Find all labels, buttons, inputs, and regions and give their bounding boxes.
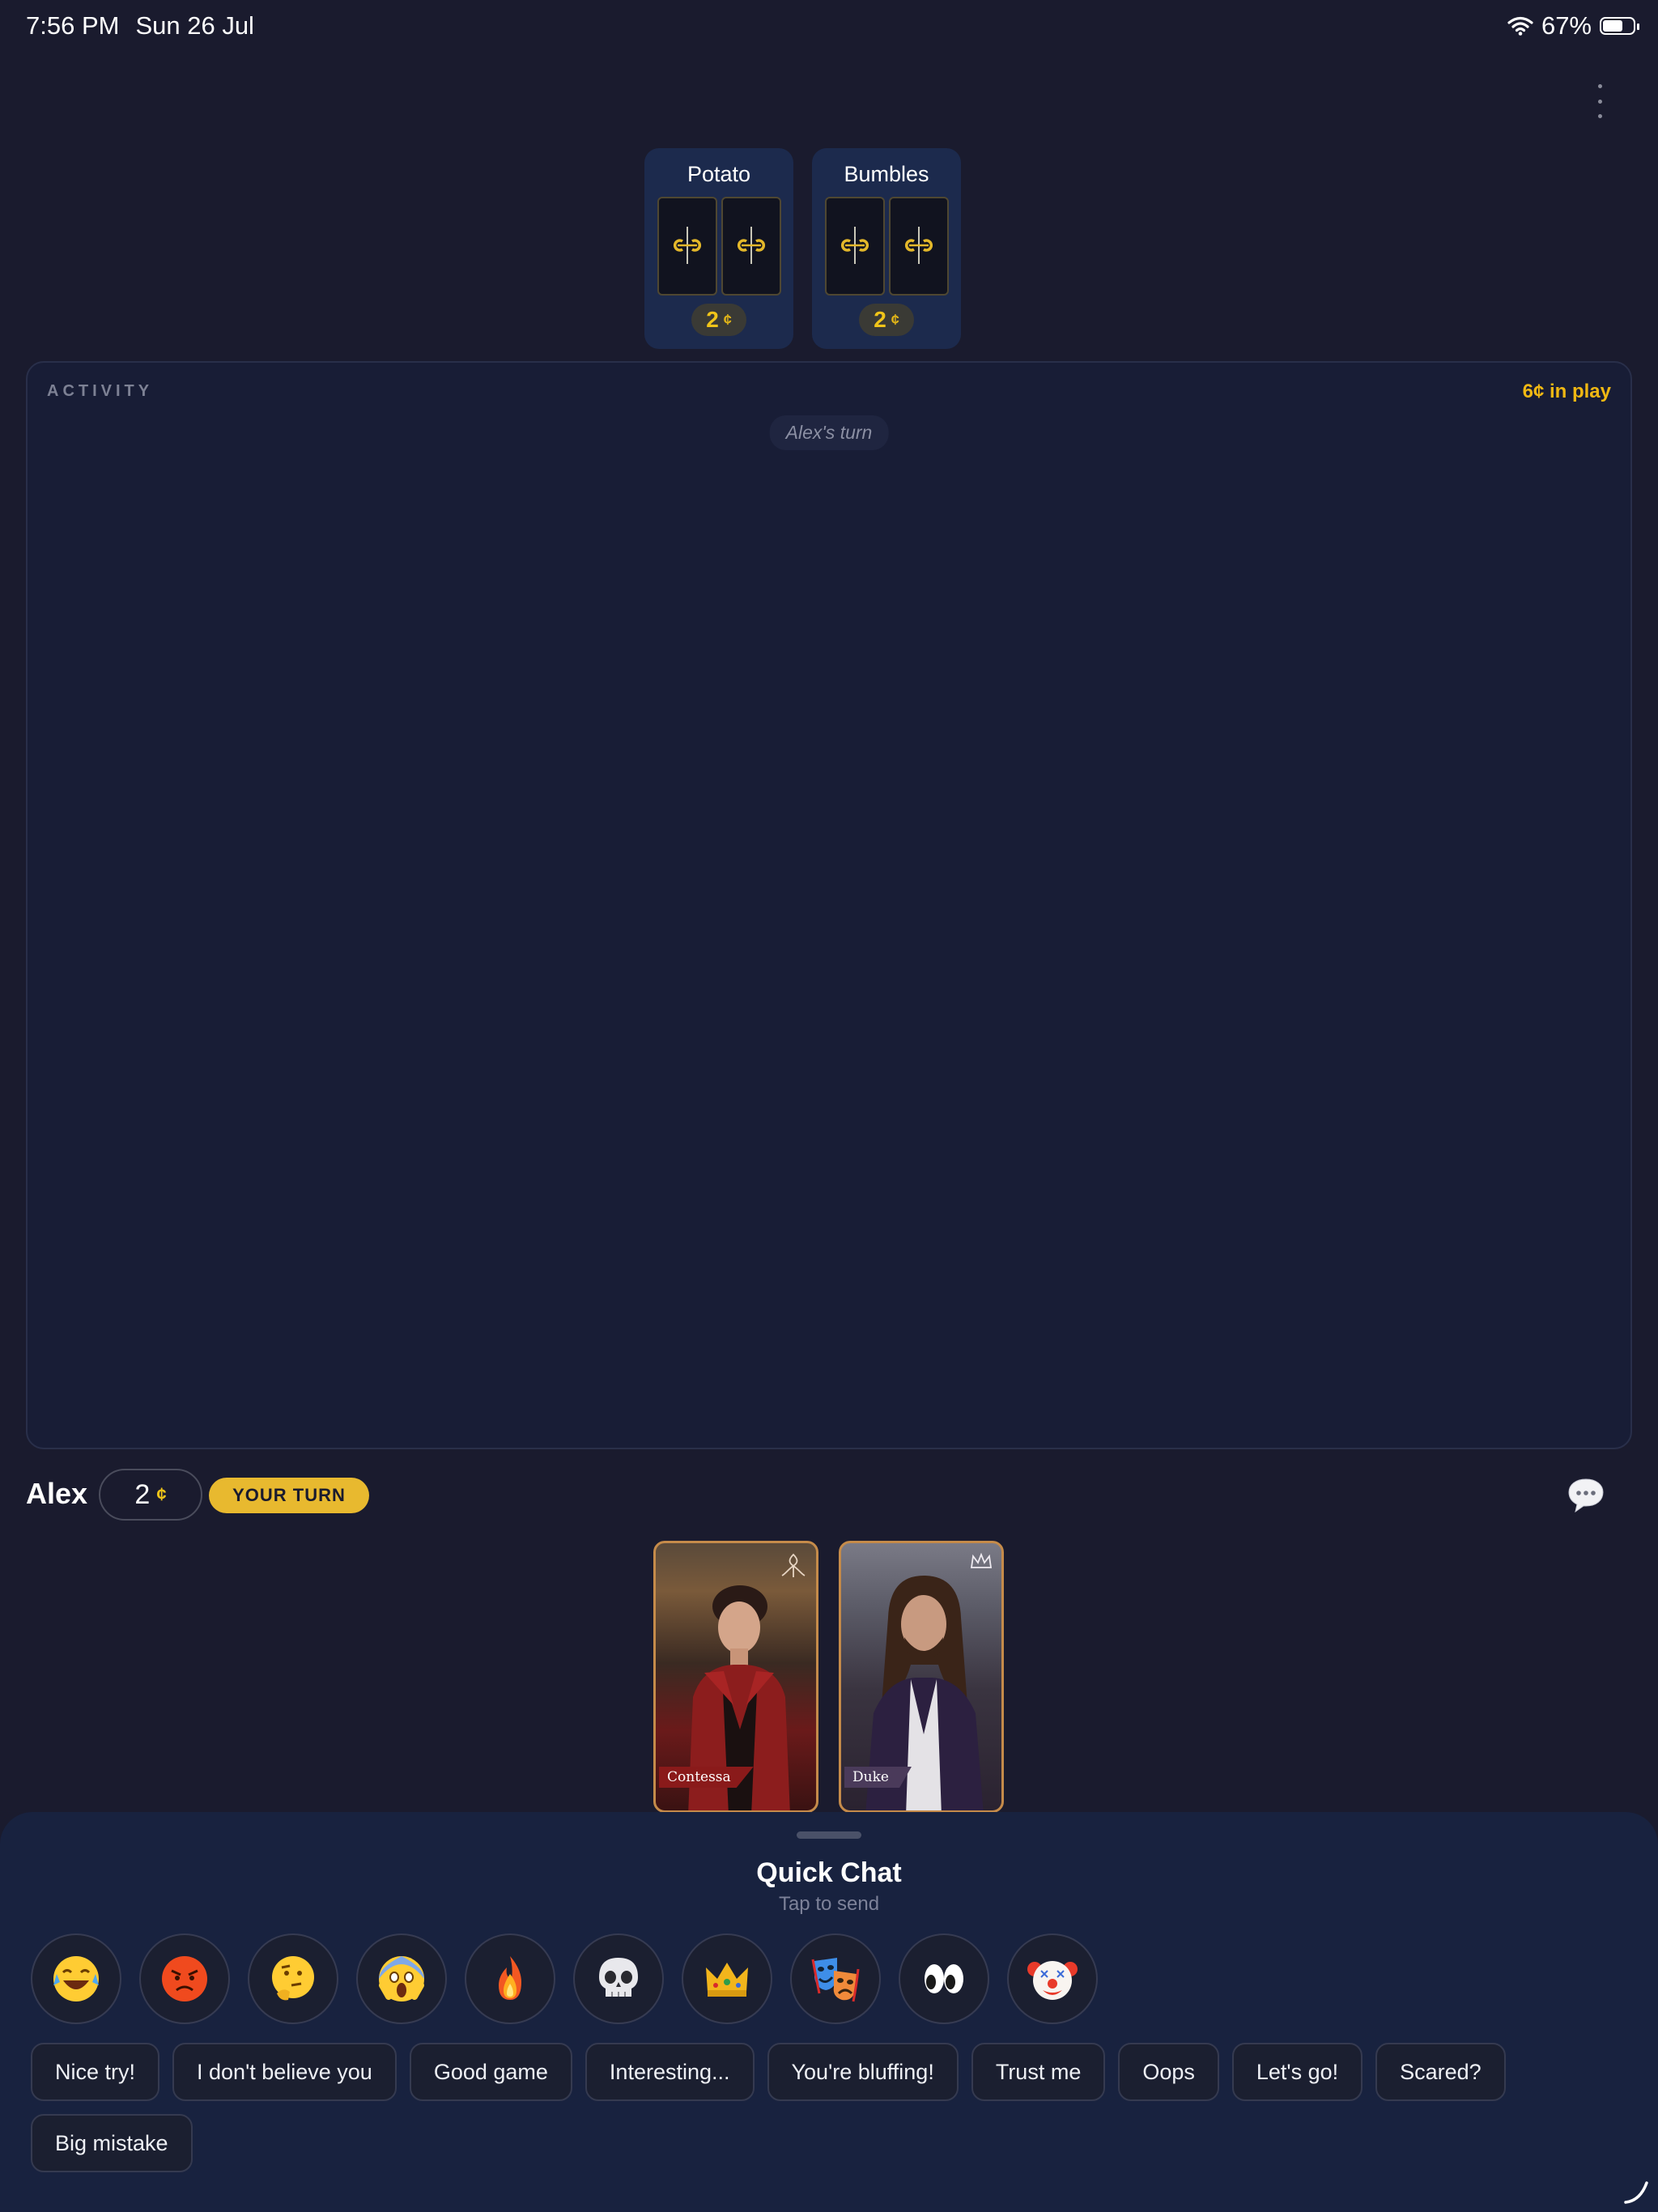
screaming-emoji-icon: [379, 1956, 424, 2001]
opponent-name: Bumbles: [844, 162, 929, 186]
card-back: [657, 197, 717, 296]
dagger-emblem-icon: [904, 227, 933, 264]
quick-chat-sheet: Quick Chat Tap to send Nice try! I don't…: [0, 1812, 1658, 2212]
phrase-chip-trust-me[interactable]: Trust me: [971, 2043, 1106, 2101]
skull-emoji-icon: [599, 1958, 638, 1997]
laughing-emoji-icon: [53, 1956, 99, 2001]
turn-indicator: Alex's turn: [769, 415, 889, 450]
activity-title: ACTIVITY: [47, 382, 154, 400]
card-back: [721, 197, 781, 296]
dagger-emblem-icon: [840, 227, 869, 264]
emoji-button-fire[interactable]: [465, 1933, 555, 2024]
phrase-chips: Nice try! I don't believe you Good game …: [31, 2043, 1601, 2172]
emoji-button-skull[interactable]: [573, 1933, 664, 2024]
sheet-grabber[interactable]: [797, 1831, 861, 1839]
card-back: [888, 197, 949, 296]
crown-emoji-icon: [706, 1963, 748, 1997]
status-date: Sun 26 Jul: [135, 11, 254, 40]
resize-handle-icon[interactable]: [1622, 2178, 1650, 2206]
battery-icon: [1600, 17, 1639, 35]
angry-emoji-icon: [162, 1956, 207, 2001]
phrase-chip-i-dont-believe-you[interactable]: I don't believe you: [172, 2043, 397, 2101]
opponent-panel-potato: Potato 2 ¢: [644, 148, 793, 349]
player-bar: Alex 2 ¢ YOUR TURN: [26, 1467, 1632, 1524]
flourish-emblem-icon: [781, 1553, 806, 1577]
sheet-title: Quick Chat: [756, 1857, 902, 1888]
thinking-emoji-icon: [272, 1956, 314, 2001]
phrase-chip-youre-bluffing[interactable]: You're bluffing!: [767, 2043, 959, 2101]
phrase-chip-good-game[interactable]: Good game: [409, 2043, 572, 2101]
phrase-chip-scared[interactable]: Scared?: [1375, 2043, 1506, 2101]
your-turn-badge: YOUR TURN: [209, 1478, 369, 1513]
opponent-name: Potato: [687, 162, 751, 186]
emoji-button-thinking[interactable]: [248, 1933, 338, 2024]
emoji-button-clown[interactable]: [1007, 1933, 1098, 2024]
opponent-coins: 2 ¢: [859, 304, 914, 336]
phrase-chip-nice-try[interactable]: Nice try!: [31, 2043, 160, 2101]
hand-card-contessa[interactable]: Contessa: [653, 1541, 818, 1813]
battery-level: [1603, 20, 1623, 32]
chat-button[interactable]: [1564, 1474, 1608, 1517]
more-options-icon[interactable]: [1590, 81, 1609, 121]
phrase-chip-oops[interactable]: Oops: [1118, 2043, 1219, 2101]
sheet-subtitle: Tap to send: [778, 1893, 880, 1915]
dagger-emblem-icon: [673, 227, 701, 264]
status-bar: 7:56 PM Sun 26 Jul 67%: [0, 0, 1658, 52]
emoji-button-angry[interactable]: [139, 1933, 230, 2024]
player-name: Alex: [26, 1477, 88, 1510]
emoji-button-laughing[interactable]: [31, 1933, 121, 2024]
coins-in-play: 6¢ in play: [1522, 381, 1611, 402]
clown-emoji-icon: [1027, 1961, 1078, 2000]
phrase-chip-lets-go[interactable]: Let's go!: [1231, 2043, 1363, 2101]
phrase-chip-interesting[interactable]: Interesting...: [585, 2043, 755, 2101]
fire-emoji-icon: [499, 1956, 521, 2000]
speech-bubble-icon: [1568, 1478, 1604, 1513]
player-coins: 2 ¢: [99, 1469, 202, 1521]
emoji-button-crown[interactable]: [682, 1933, 772, 2024]
card-back: [824, 197, 885, 296]
activity-panel[interactable]: ACTIVITY 6¢ in play Alex's turn: [26, 361, 1632, 1449]
dagger-emblem-icon: [737, 227, 765, 264]
wifi-icon: [1507, 16, 1533, 36]
eyes-emoji-icon: [925, 1964, 963, 1993]
opponent-panel-bumbles: Bumbles 2 ¢: [812, 148, 961, 349]
battery-percent: 67%: [1541, 11, 1592, 40]
emoji-button-masks[interactable]: [790, 1933, 881, 2024]
emoji-row: [31, 1933, 1098, 2024]
theater-masks-emoji-icon: [811, 1958, 860, 2002]
crown-emblem-icon: [970, 1552, 993, 1568]
emoji-button-eyes[interactable]: [899, 1933, 989, 2024]
phrase-chip-big-mistake[interactable]: Big mistake: [31, 2114, 193, 2172]
emoji-button-screaming[interactable]: [356, 1933, 447, 2024]
status-time: 7:56 PM: [26, 11, 120, 40]
opponent-coins: 2 ¢: [691, 304, 746, 336]
hand-card-duke[interactable]: Duke: [839, 1541, 1004, 1813]
